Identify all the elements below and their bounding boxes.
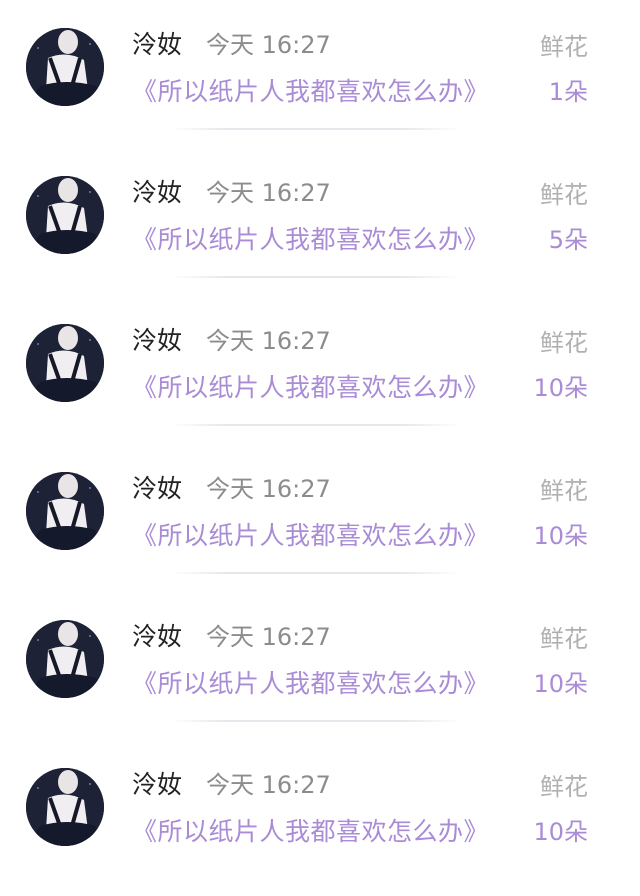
timestamp: 今天 16:27 — [206, 623, 331, 651]
timestamp: 今天 16:27 — [206, 327, 331, 355]
book-title-link[interactable]: 《所以纸片人我都喜欢怎么办》 — [132, 666, 489, 702]
author-name[interactable]: 泠奻 — [132, 768, 182, 802]
gift-type-label: 鲜花 — [540, 33, 588, 61]
divider — [170, 276, 460, 278]
list-item[interactable]: 泠奻 今天 16:27 鲜花 《所以纸片人我都喜欢怎么办》 1朵 — [0, 0, 640, 148]
gift-type-label: 鲜花 — [540, 773, 588, 801]
user-avatar-photo-icon — [26, 768, 104, 846]
user-avatar-photo-icon — [26, 472, 104, 550]
list-item[interactable]: 泠奻 今天 16:27 鲜花 《所以纸片人我都喜欢怎么办》 10朵 — [0, 444, 640, 592]
timestamp: 今天 16:27 — [206, 475, 331, 503]
list-item[interactable]: 泠奻 今天 16:27 鲜花 《所以纸片人我都喜欢怎么办》 10朵 — [0, 592, 640, 740]
author-name[interactable]: 泠奻 — [132, 176, 182, 210]
gift-count: 10朵 — [533, 818, 588, 846]
avatar[interactable] — [26, 472, 104, 550]
divider — [170, 720, 460, 722]
avatar[interactable] — [26, 620, 104, 698]
book-title-link[interactable]: 《所以纸片人我都喜欢怎么办》 — [132, 222, 489, 258]
timestamp: 今天 16:27 — [206, 31, 331, 59]
user-avatar-photo-icon — [26, 324, 104, 402]
book-title-link[interactable]: 《所以纸片人我都喜欢怎么办》 — [132, 518, 489, 554]
user-avatar-photo-icon — [26, 28, 104, 106]
gift-count: 10朵 — [533, 670, 588, 698]
book-title-link[interactable]: 《所以纸片人我都喜欢怎么办》 — [132, 74, 489, 110]
book-title-link[interactable]: 《所以纸片人我都喜欢怎么办》 — [132, 370, 489, 406]
gift-count: 10朵 — [533, 374, 588, 402]
gift-count: 10朵 — [533, 522, 588, 550]
gift-count: 5朵 — [548, 226, 588, 254]
list-item[interactable]: 泠奻 今天 16:27 鲜花 《所以纸片人我都喜欢怎么办》 10朵 — [0, 740, 640, 888]
list-item[interactable]: 泠奻 今天 16:27 鲜花 《所以纸片人我都喜欢怎么办》 5朵 — [0, 148, 640, 296]
divider — [170, 572, 460, 574]
gift-type-label: 鲜花 — [540, 477, 588, 505]
gift-type-label: 鲜花 — [540, 329, 588, 357]
avatar[interactable] — [26, 28, 104, 106]
author-name[interactable]: 泠奻 — [132, 324, 182, 358]
book-title-link[interactable]: 《所以纸片人我都喜欢怎么办》 — [132, 814, 489, 850]
timestamp: 今天 16:27 — [206, 179, 331, 207]
gift-type-label: 鲜花 — [540, 181, 588, 209]
list-item[interactable]: 泠奻 今天 16:27 鲜花 《所以纸片人我都喜欢怎么办》 10朵 — [0, 296, 640, 444]
gift-count: 1朵 — [548, 78, 588, 106]
gift-record-list: 泠奻 今天 16:27 鲜花 《所以纸片人我都喜欢怎么办》 1朵 泠奻 今天 1… — [0, 0, 640, 896]
avatar[interactable] — [26, 176, 104, 254]
author-name[interactable]: 泠奻 — [132, 28, 182, 62]
timestamp: 今天 16:27 — [206, 771, 331, 799]
author-name[interactable]: 泠奻 — [132, 620, 182, 654]
user-avatar-photo-icon — [26, 620, 104, 698]
divider — [170, 128, 460, 130]
author-name[interactable]: 泠奻 — [132, 472, 182, 506]
avatar[interactable] — [26, 768, 104, 846]
divider — [170, 424, 460, 426]
user-avatar-photo-icon — [26, 176, 104, 254]
avatar[interactable] — [26, 324, 104, 402]
gift-type-label: 鲜花 — [540, 625, 588, 653]
